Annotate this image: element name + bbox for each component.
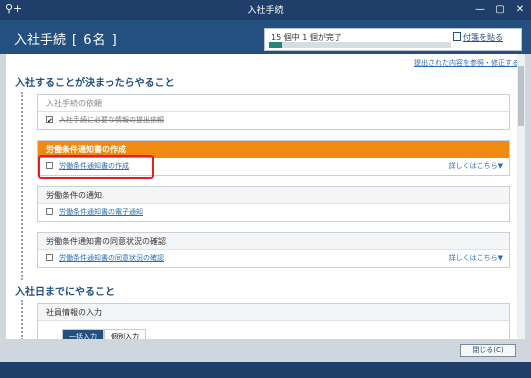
window-title: 入社手続 [247,6,284,16]
page-title: 入社手続 [14,33,67,48]
window-title-bar: ⚲+ 入社手続 — ▢ ✕ [0,0,531,20]
scrollbar[interactable] [517,54,525,339]
task-link[interactable]: 労働条件通知書の電子通知 [59,208,143,216]
view-edit-link[interactable]: 提出された内容を参照・修正する [414,58,519,68]
close-icon[interactable]: ✕ [512,2,528,17]
tab-bulk-input[interactable]: 一括入力 [62,329,104,339]
details-link[interactable]: 詳しくはこちら▼ [449,158,503,175]
task-link[interactable]: 労働条件通知書の同意状況の確認 [59,254,164,262]
section-title: 入社日までにやること [15,287,115,298]
task-checkbox[interactable] [46,208,53,215]
bottom-bar: 閉じる(C) [0,339,531,362]
highlight-frame [38,155,154,179]
progress-panel: 15 個中 1 個が完了 付箋を貼る [264,28,522,51]
tab-individual-input[interactable]: 個別入力 [104,329,146,339]
progress-fill [269,42,282,48]
card-title: 入社手続の依頼 [38,95,509,112]
task-link[interactable]: 入社手続に必要な情報の提出依頼 [59,116,164,124]
task-card: 入社手続の依頼 入社手続に必要な情報の提出依頼 [37,94,510,130]
section-title: 入社することが決まったらやること [15,78,175,89]
card-title: 労働条件の通知 [38,187,509,204]
minimize-icon[interactable]: — [472,2,488,17]
task-card: 労働条件の通知 労働条件通知書の電子通知 [37,186,510,222]
task-checkbox[interactable] [46,254,53,261]
footer-strip [0,362,531,378]
details-link[interactable]: 詳しくはこちら▼ [449,250,503,267]
progress-bar [269,42,451,48]
task-checkbox[interactable] [46,113,53,130]
maximize-icon[interactable]: ▢ [492,2,508,17]
timeline-line [21,300,23,339]
card-title: 社員情報の入力 [38,304,509,321]
close-button[interactable]: 閉じる(C) [460,344,516,357]
card-title: 労働条件通知書の同意状況の確認 [38,233,509,250]
task-card: 労働条件通知書の同意状況の確認 労働条件通知書の同意状況の確認 詳しくはこちら▼ [37,232,510,268]
employee-count[interactable]: [ 6名 ] [72,29,118,48]
input-tabs: 一括入力 個別入力 [62,324,146,339]
scrollbar-thumb[interactable] [518,66,524,126]
timeline-line [21,92,23,280]
task-row[interactable]: 入社手続に必要な情報の提出依頼 [38,112,509,130]
attach-note-link[interactable]: 付箋を貼る [463,32,503,43]
task-row[interactable]: 労働条件通知書の同意状況の確認 詳しくはこちら▼ [38,250,509,267]
sticky-note-icon[interactable] [453,32,461,41]
task-list-panel: 提出された内容を参照・修正する 入社することが決まったらやること 入社手続の依頼… [6,54,525,339]
task-row[interactable]: 労働条件通知書の電子通知 [38,204,509,221]
